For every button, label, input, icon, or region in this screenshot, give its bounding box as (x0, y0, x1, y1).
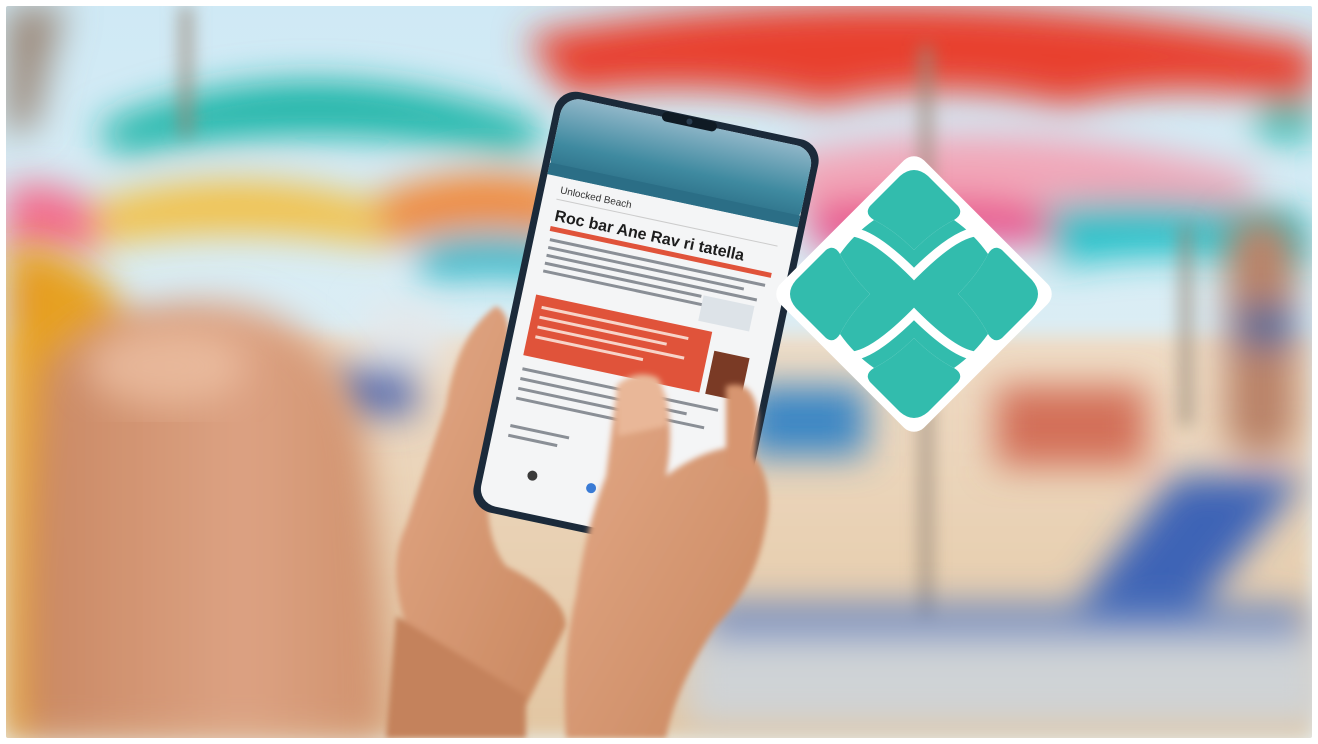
shoulder-highlight (86, 326, 246, 406)
photo-canvas: Unlocked Beach Roc bar Ane Rav ri tatell… (6, 6, 1312, 738)
beach-photo-scene: Unlocked Beach Roc bar Ane Rav ri tatell… (6, 6, 1312, 738)
